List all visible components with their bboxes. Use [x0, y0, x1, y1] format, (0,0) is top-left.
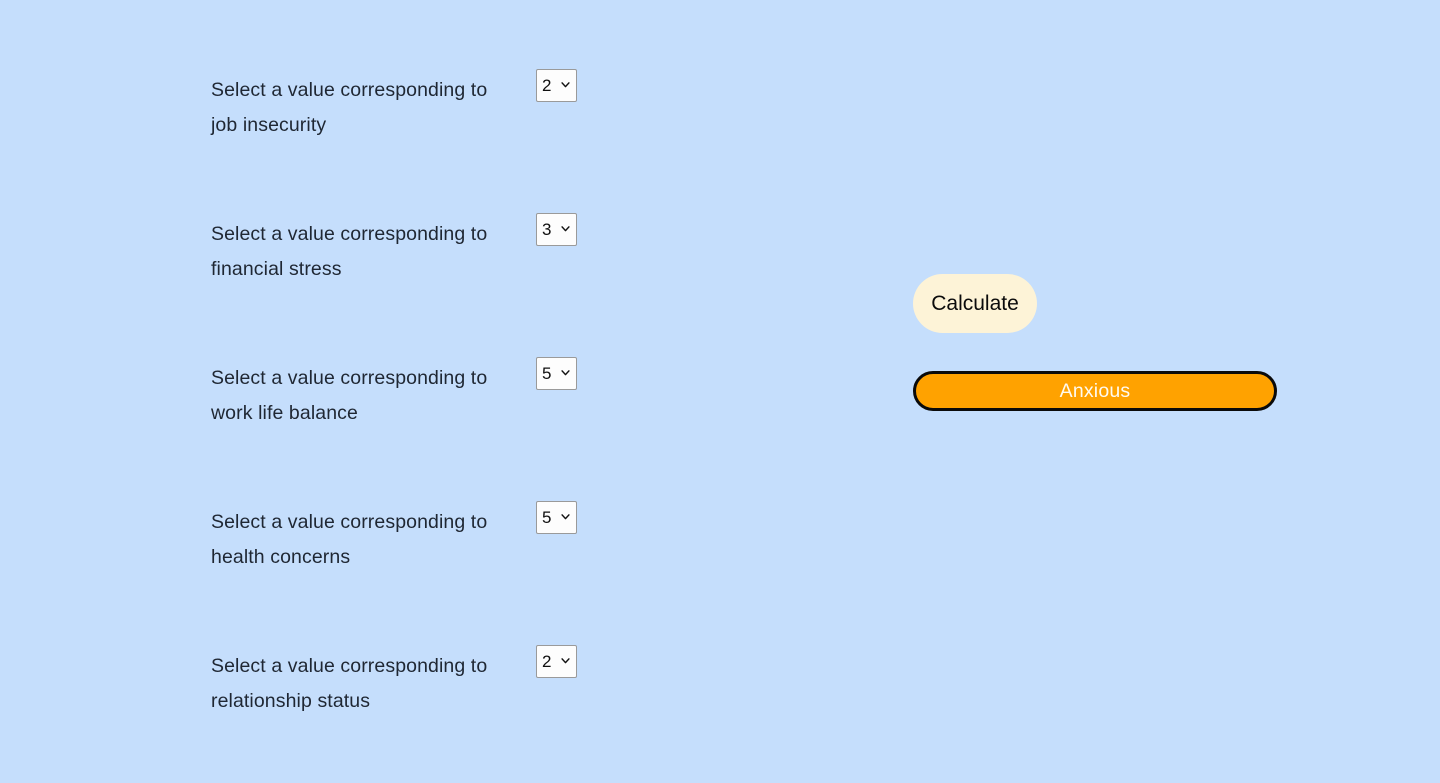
form-row-work-life-balance: Select a value corresponding to work lif… — [211, 348, 611, 492]
action-column: Calculate Anxious — [913, 274, 1313, 411]
form-row-health-concerns: Select a value corresponding to health c… — [211, 492, 611, 636]
result-status-badge: Anxious — [913, 371, 1277, 411]
calculator-page: Select a value corresponding to job inse… — [0, 0, 1440, 783]
select-wrapper-job-insecurity: 2 — [536, 69, 577, 102]
field-label-work-life-balance: Select a value corresponding to work lif… — [211, 367, 488, 424]
select-relationship-status[interactable]: 2 — [536, 645, 577, 678]
select-wrapper-relationship-status: 2 — [536, 645, 577, 678]
select-financial-stress[interactable]: 3 — [536, 213, 577, 246]
form-row-job-insecurity: Select a value corresponding to job inse… — [211, 60, 611, 204]
field-label-relationship-status: Select a value corresponding to relation… — [211, 655, 488, 712]
form-row-financial-stress: Select a value corresponding to financia… — [211, 204, 611, 348]
select-job-insecurity[interactable]: 2 — [536, 69, 577, 102]
select-health-concerns[interactable]: 5 — [536, 501, 577, 534]
form-row-relationship-status: Select a value corresponding to relation… — [211, 636, 611, 780]
field-label-financial-stress: Select a value corresponding to financia… — [211, 223, 488, 280]
select-wrapper-work-life-balance: 5 — [536, 357, 577, 390]
field-label-health-concerns: Select a value corresponding to health c… — [211, 511, 488, 568]
select-work-life-balance[interactable]: 5 — [536, 357, 577, 390]
calculate-button[interactable]: Calculate — [913, 274, 1037, 333]
select-wrapper-financial-stress: 3 — [536, 213, 577, 246]
stress-factor-form: Select a value corresponding to job inse… — [211, 60, 611, 780]
field-label-job-insecurity: Select a value corresponding to job inse… — [211, 79, 488, 136]
select-wrapper-health-concerns: 5 — [536, 501, 577, 534]
